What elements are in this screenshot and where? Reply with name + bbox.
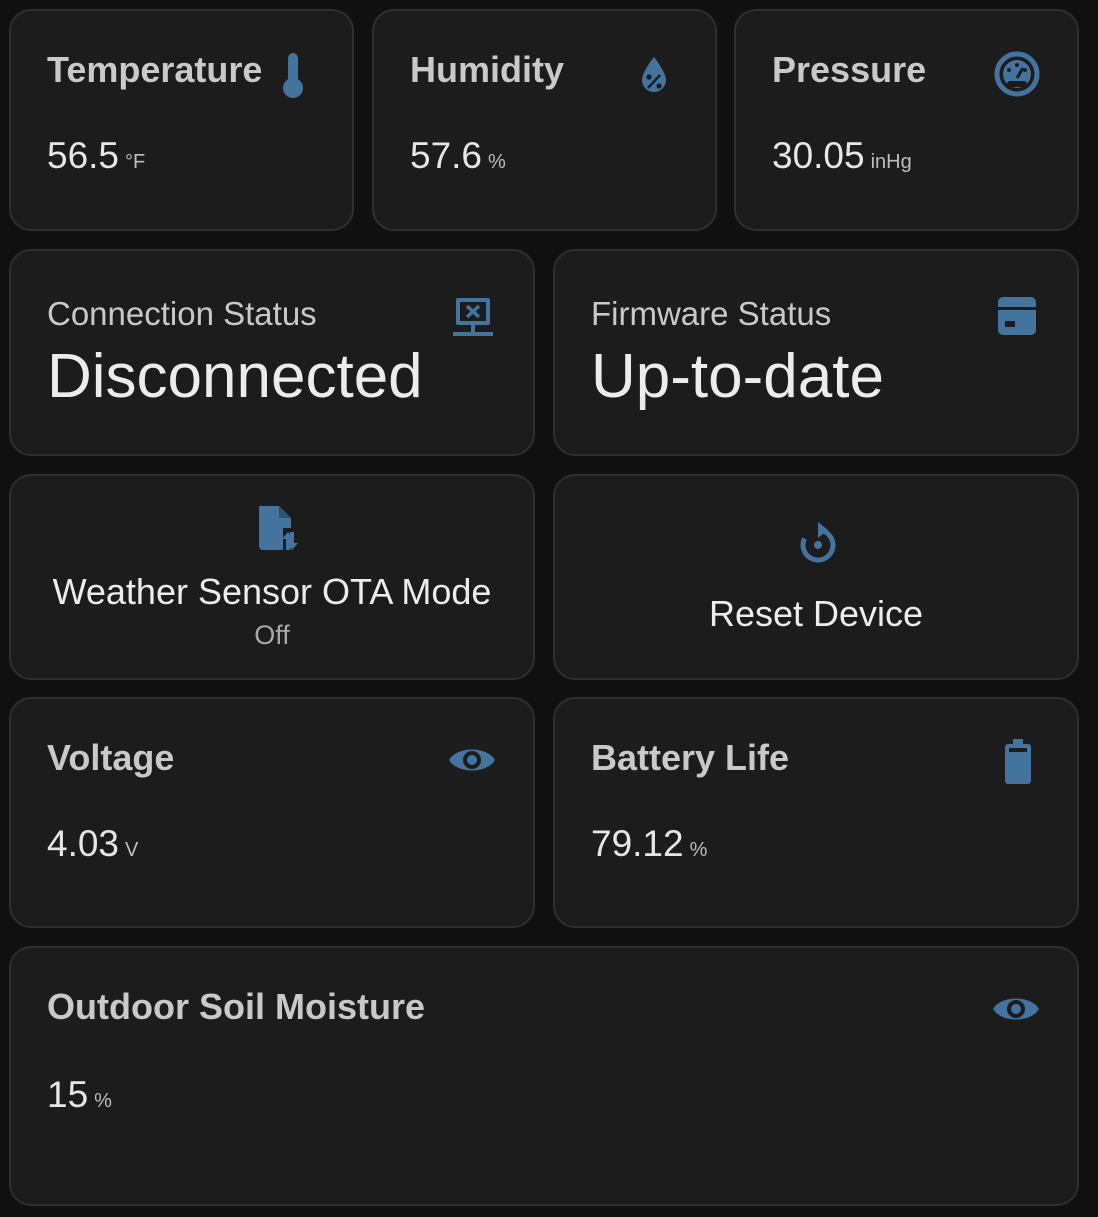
connection-status-card[interactable]: Connection Status Disconnected (9, 249, 535, 456)
soil-moisture-sparkline (11, 946, 1077, 1204)
ota-mode-state: Off (254, 620, 290, 650)
temperature-sparkline (11, 9, 352, 229)
humidity-sparkline (374, 9, 715, 229)
firmware-status-name: Firmware Status (591, 295, 832, 332)
humidity-card[interactable]: Humidity 57.6% (372, 9, 717, 231)
firmware-status-card[interactable]: Firmware Status Up-to-date (553, 249, 1079, 456)
voltage-card[interactable]: Voltage 4.03 V (9, 697, 535, 928)
temperature-card[interactable]: Temperature 56.5 °F (9, 9, 354, 231)
battery-life-card[interactable]: Battery Life 79.12% (553, 697, 1079, 928)
pressure-sparkline (736, 9, 1077, 229)
connection-status-name: Connection Status (47, 295, 317, 332)
ota-mode-title: Weather Sensor OTA Mode (52, 571, 492, 612)
pressure-card[interactable]: Pressure 30.05 inHg (734, 9, 1079, 231)
package-icon (998, 297, 1036, 335)
battery-life-sparkline (555, 697, 1077, 926)
lan-disconnect-icon (453, 298, 493, 336)
file-swap-icon (259, 506, 298, 550)
ota-mode-button[interactable]: Weather Sensor OTA Mode Off (9, 474, 535, 680)
reset-device-title: Reset Device (708, 593, 924, 634)
restart-icon (800, 522, 836, 563)
soil-moisture-card[interactable]: Outdoor Soil Moisture 15% (9, 946, 1079, 1206)
connection-status-value: Disconnected (47, 342, 423, 411)
voltage-sparkline (11, 697, 533, 926)
reset-device-button[interactable]: Reset Device (553, 474, 1079, 680)
firmware-status-value: Up-to-date (591, 342, 884, 411)
